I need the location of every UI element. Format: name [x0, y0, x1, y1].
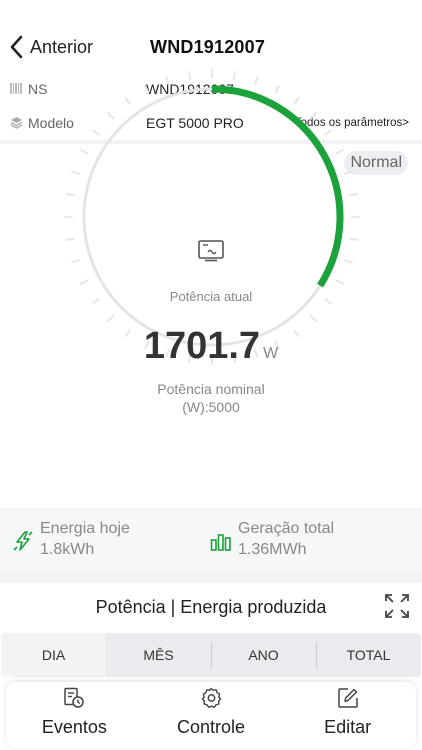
total-generation-label: Geração total — [238, 520, 335, 537]
tab-day[interactable]: DIA — [1, 633, 106, 677]
events-label: Eventos — [41, 717, 107, 737]
total-generation-value: 1.36MWh — [238, 541, 307, 558]
edit-button[interactable]: Editar — [279, 682, 416, 748]
gear-icon — [201, 687, 222, 708]
current-power-unit: W — [263, 345, 279, 362]
control-button[interactable]: Controle — [143, 682, 280, 748]
tab-year[interactable]: ANO — [211, 633, 316, 677]
layers-icon — [10, 117, 23, 129]
back-label: Anterior — [30, 36, 94, 57]
expand-icon[interactable] — [384, 593, 410, 619]
energy-stats: Energia hoje 1.8kWh Geração total 1.36MW… — [0, 510, 422, 570]
events-icon — [64, 687, 85, 708]
bar-chart-icon — [210, 534, 231, 551]
edit-icon — [337, 688, 358, 708]
serial-label: NS — [28, 81, 48, 97]
inverter-icon — [198, 240, 224, 262]
current-power-number: 1701.7 — [143, 325, 261, 367]
control-label: Controle — [176, 717, 246, 737]
edit-label: Editar — [324, 717, 372, 737]
energy-today-label: Energia hoje — [40, 520, 130, 537]
current-power-value: 1701.7 W — [0, 325, 422, 368]
tab-total[interactable]: TOTAL — [316, 633, 421, 677]
nominal-power: Potência nominal (W):5000 — [0, 380, 422, 416]
tab-month[interactable]: MÊS — [106, 633, 211, 677]
nominal-power-label: Potência nominal — [157, 381, 265, 397]
back-button[interactable]: Anterior — [10, 33, 93, 61]
gauge-active-arc — [211, 85, 344, 288]
nominal-power-value: (W):5000 — [182, 399, 240, 415]
gauge-ticks — [64, 69, 360, 365]
current-power-label: Potência atual — [169, 289, 253, 304]
chart-title: Potência | Energia produzida — [95, 597, 327, 617]
energy-today-value: 1.8kWh — [40, 541, 95, 558]
page-title: WND1912007 — [150, 37, 266, 57]
lightning-icon — [13, 531, 33, 551]
barcode-icon — [10, 83, 22, 94]
events-button[interactable]: Eventos — [6, 682, 143, 748]
chevron-left-icon — [10, 35, 23, 59]
bottom-toolbar: Eventos Controle Editar — [6, 682, 416, 748]
period-tabs: DIA MÊS ANO TOTAL — [1, 633, 421, 677]
